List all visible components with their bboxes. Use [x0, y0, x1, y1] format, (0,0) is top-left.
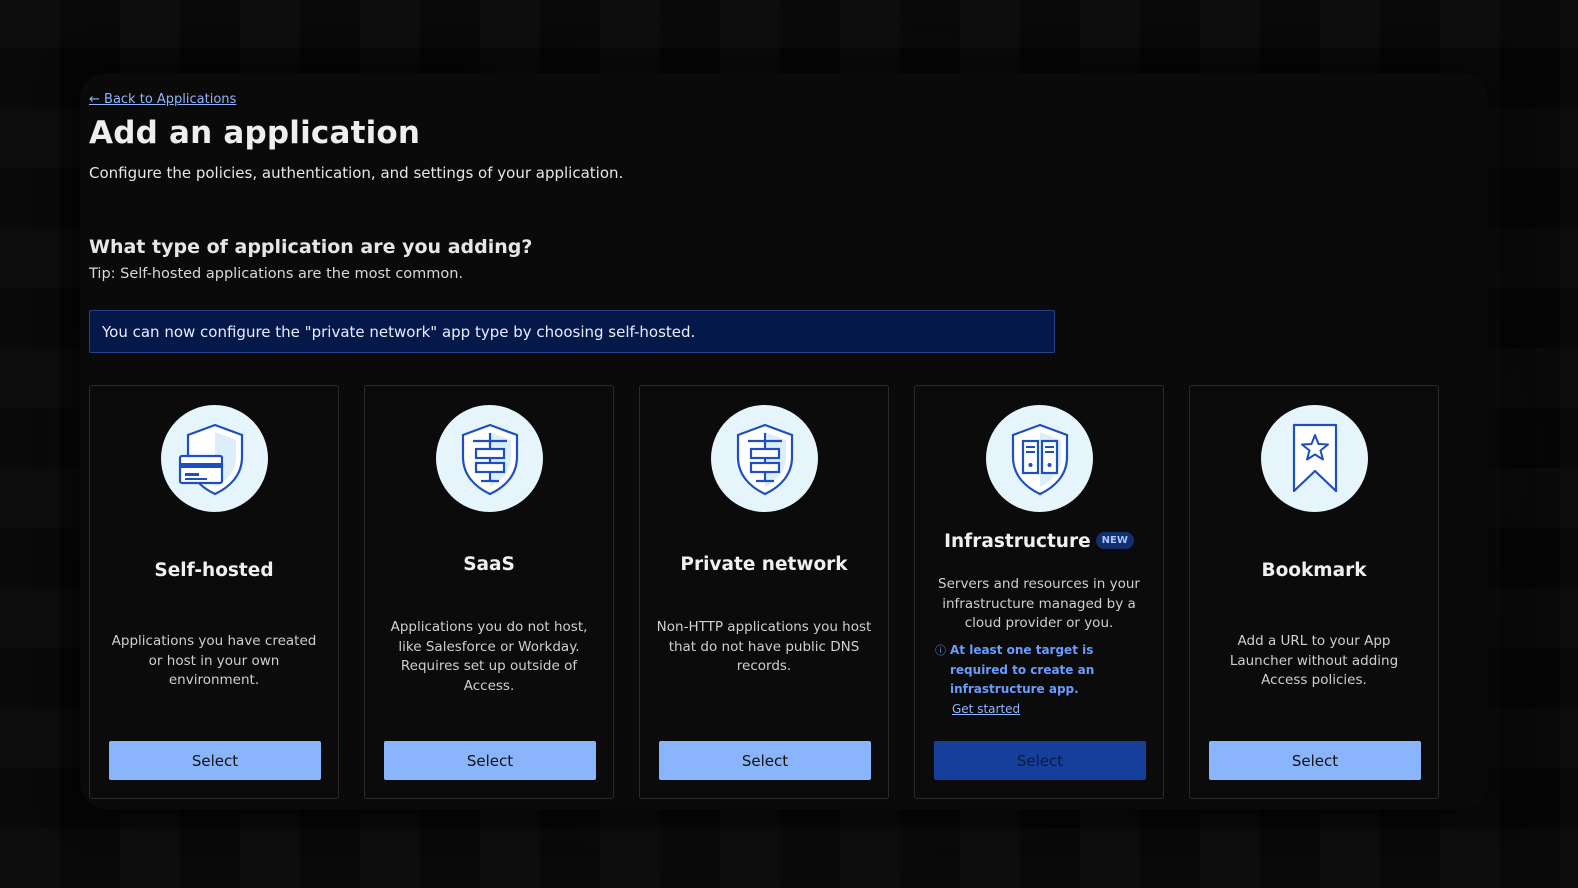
- card-description: Servers and resources in your infrastruc…: [938, 576, 1140, 631]
- card-bookmark: Bookmark Add a URL to your App Launcher …: [1189, 385, 1439, 799]
- section-heading: What type of application are you adding?: [89, 236, 533, 258]
- select-self-hosted-button[interactable]: Select: [109, 741, 321, 780]
- new-badge: NEW: [1095, 531, 1134, 549]
- select-private-network-button[interactable]: Select: [659, 741, 871, 780]
- page-subtitle: Configure the policies, authentication, …: [89, 164, 624, 182]
- card-self-hosted: Self-hosted Applications you have create…: [89, 385, 339, 799]
- select-bookmark-button[interactable]: Select: [1209, 741, 1421, 780]
- shield-servers-icon: [986, 405, 1093, 512]
- card-title: Bookmark: [1261, 560, 1367, 581]
- select-infrastructure-button[interactable]: Select: [934, 741, 1146, 780]
- card-description: Add a URL to your App Launcher without a…: [1229, 633, 1399, 688]
- shield-card-icon: [161, 405, 268, 512]
- select-saas-button[interactable]: Select: [384, 741, 596, 780]
- shield-network-icon: [711, 405, 818, 512]
- card-title: SaaS: [463, 554, 515, 575]
- back-to-applications-link[interactable]: ← Back to Applications: [89, 92, 236, 107]
- bookmark-star-icon: [1261, 405, 1368, 512]
- get-started-link[interactable]: Get started: [952, 702, 1020, 716]
- infrastructure-note-text: At least one target is required to creat…: [950, 643, 1095, 696]
- card-title-row: Infrastructure NEW: [915, 531, 1163, 552]
- card-private-network: Private network Non-HTTP applications yo…: [639, 385, 889, 799]
- card-saas: SaaS Applications you do not host, like …: [364, 385, 614, 799]
- info-banner-text: You can now configure the "private netwo…: [102, 322, 696, 341]
- card-description: Applications you do not host, like Sales…: [390, 619, 588, 694]
- info-banner: You can now configure the "private netwo…: [89, 310, 1055, 353]
- section-tip: Tip: Self-hosted applications are the mo…: [89, 266, 464, 282]
- info-circle-icon: ⓘ: [935, 644, 946, 657]
- card-description: Non-HTTP applications you host that do n…: [656, 619, 872, 674]
- page-title: Add an application: [89, 115, 421, 151]
- card-title: Infrastructure: [944, 531, 1091, 552]
- infrastructure-note: ⓘ At least one target is required to cre…: [935, 641, 1137, 719]
- card-infrastructure: Infrastructure NEW Servers and resources …: [914, 385, 1164, 799]
- card-description: Applications you have created or host in…: [111, 633, 317, 688]
- shield-network-icon: [436, 405, 543, 512]
- card-title: Self-hosted: [154, 560, 274, 581]
- card-title: Private network: [680, 554, 848, 575]
